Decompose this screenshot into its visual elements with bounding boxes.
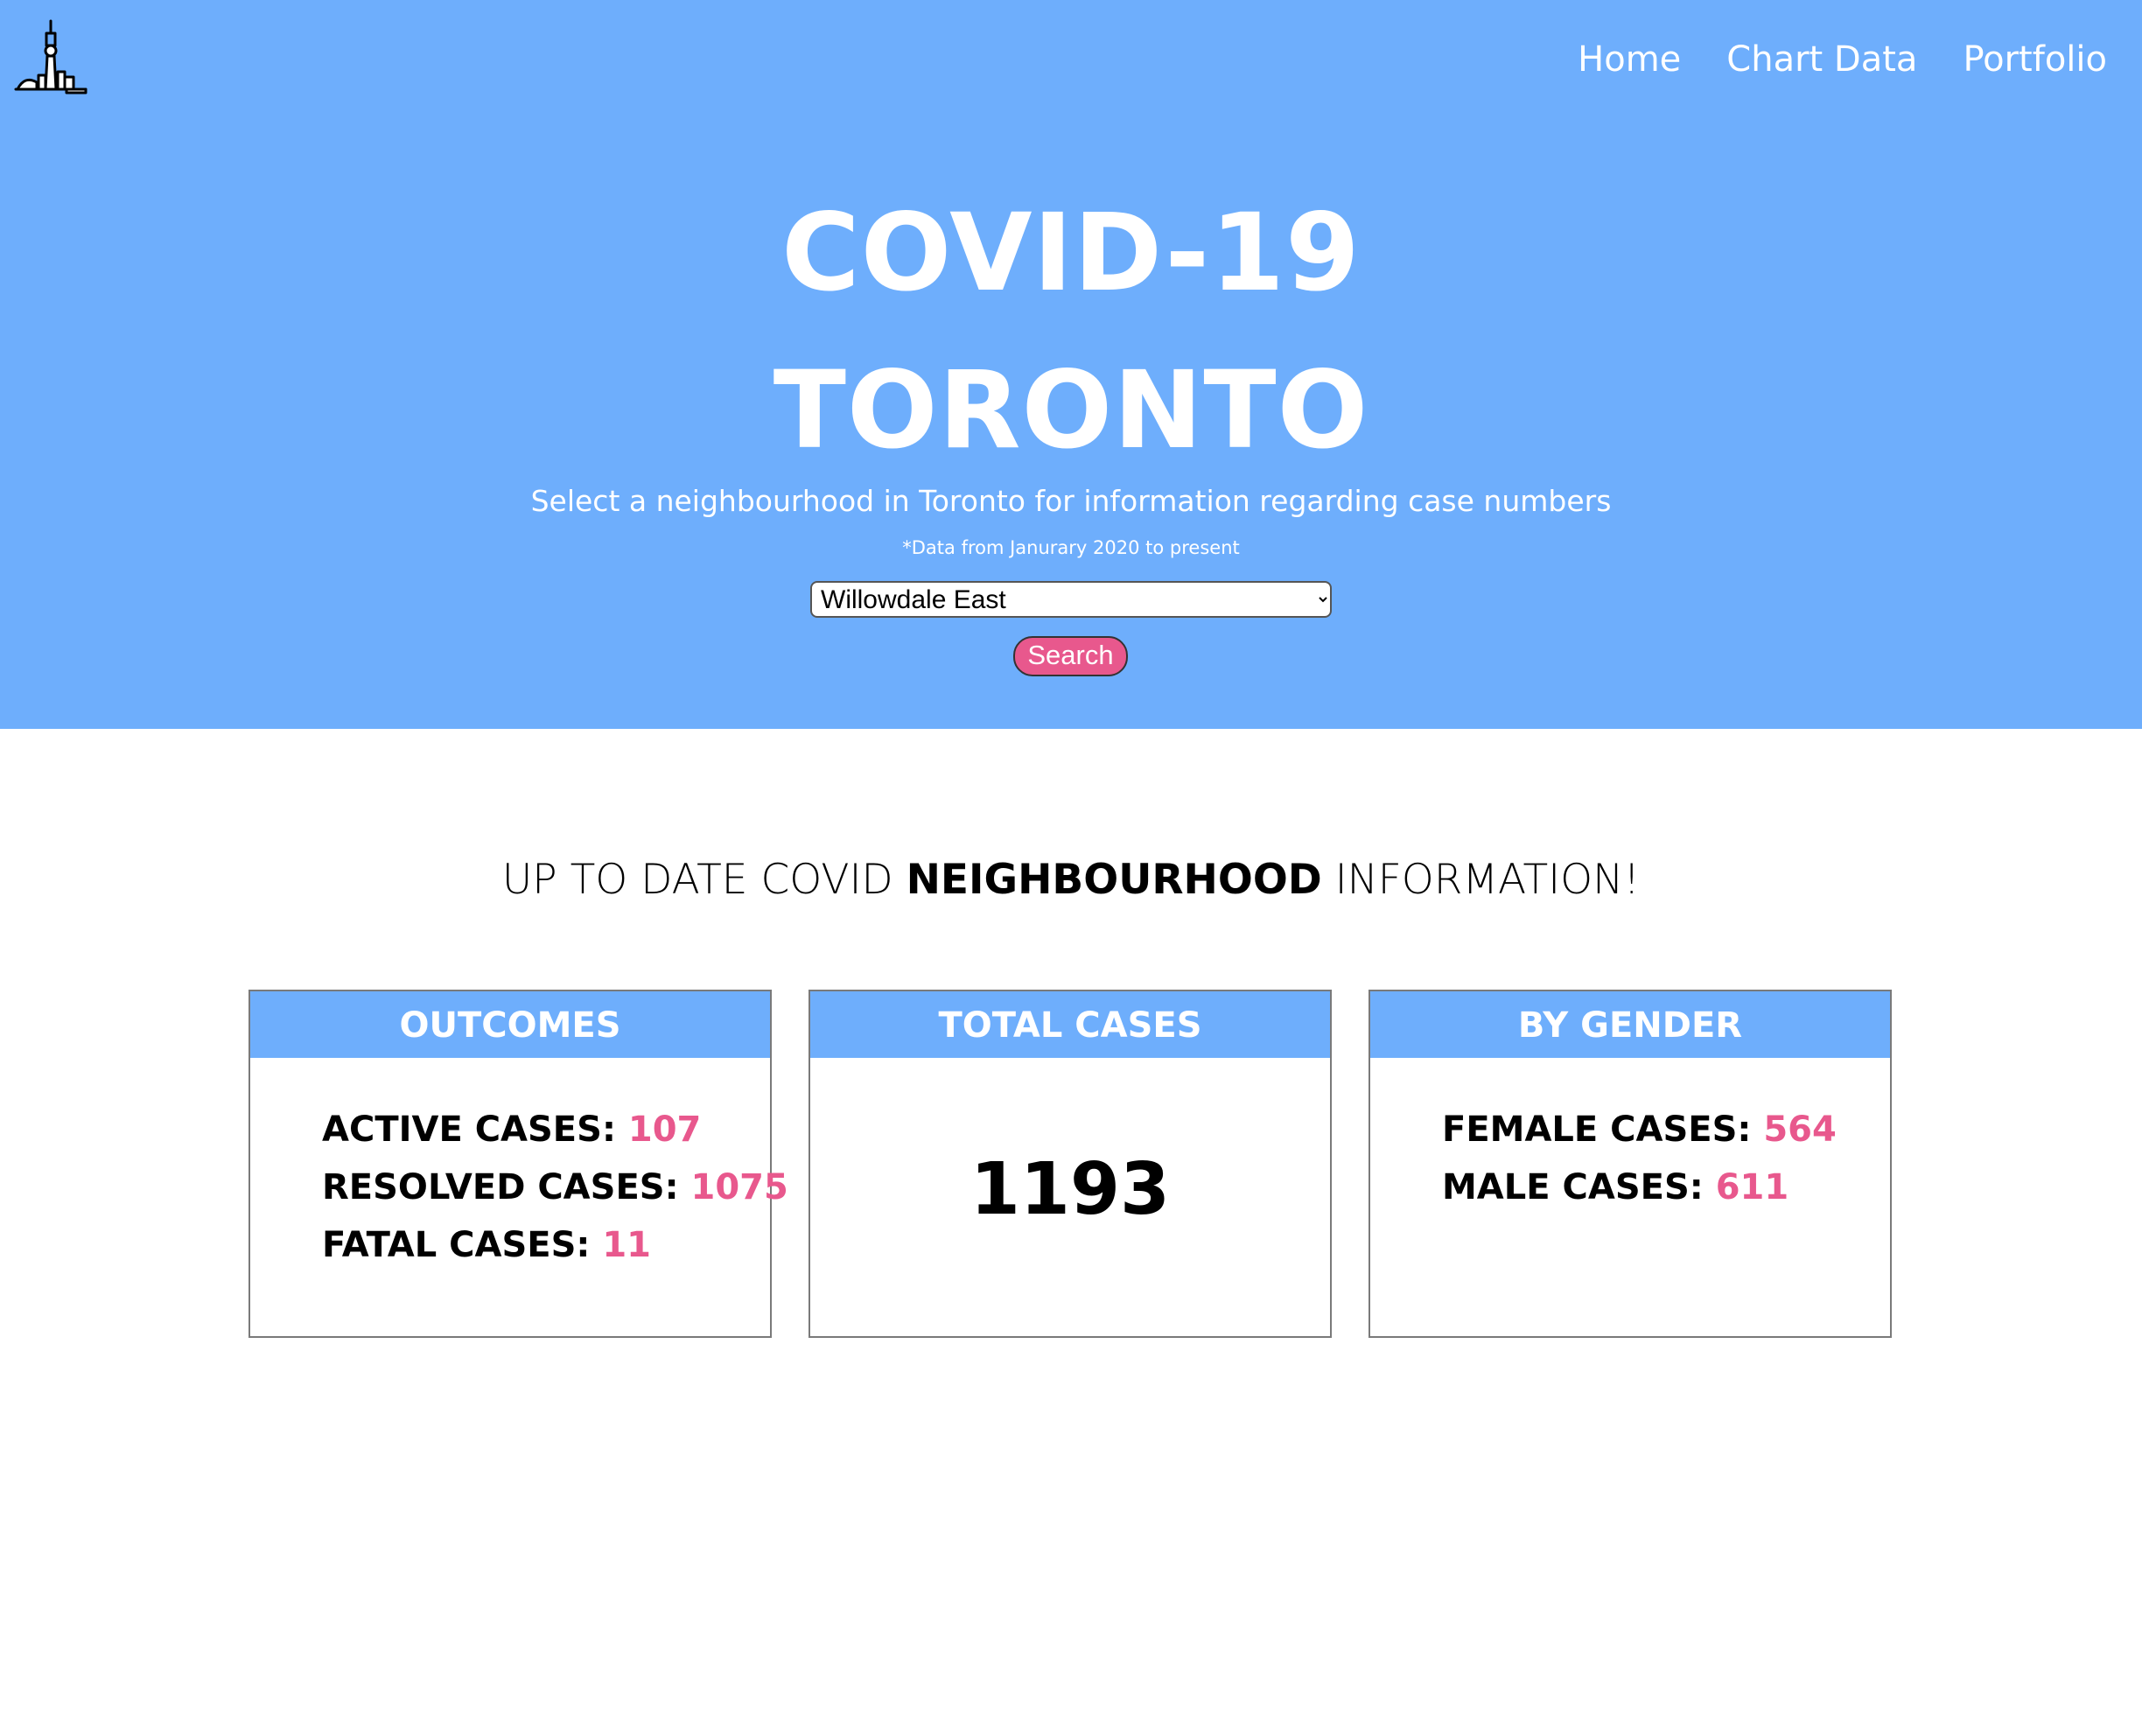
nav-chart-data-link[interactable]: Chart Data bbox=[1726, 42, 1917, 77]
gender-card: BY GENDER FEMALE CASES: 564 MALE CASES: … bbox=[1368, 990, 1892, 1338]
hero-banner: Home Chart Data Portfolio COVID-19 TORON… bbox=[0, 0, 2142, 729]
neighbourhood-select-wrapper: Willowdale East bbox=[810, 581, 1332, 618]
page-title-line2: TORONTO bbox=[773, 348, 1369, 472]
resolved-cases-label: RESOLVED CASES: bbox=[322, 1167, 691, 1208]
data-range-note: *Data from Janurary 2020 to present bbox=[902, 537, 1240, 558]
neighbourhood-select[interactable]: Willowdale East bbox=[810, 581, 1332, 618]
nav-portfolio-link[interactable]: Portfolio bbox=[1963, 42, 2107, 77]
active-cases-value: 107 bbox=[627, 1110, 702, 1150]
male-cases-label: MALE CASES: bbox=[1442, 1167, 1716, 1208]
total-cases-card: TOTAL CASES 1193 bbox=[808, 990, 1332, 1338]
active-cases-row: ACTIVE CASES: 107 bbox=[322, 1112, 701, 1147]
page-title-line1: COVID-19 bbox=[781, 191, 1361, 315]
fatal-cases-label: FATAL CASES: bbox=[322, 1225, 603, 1265]
section-title-part1: UP TO DATE COVID bbox=[501, 856, 906, 904]
resolved-cases-row: RESOLVED CASES: 1075 bbox=[322, 1170, 788, 1205]
hero-subtitle: Select a neighbourhood in Toronto for in… bbox=[530, 484, 1612, 518]
female-cases-value: 564 bbox=[1763, 1110, 1837, 1150]
outcomes-card: OUTCOMES ACTIVE CASES: 107 RESOLVED CASE… bbox=[248, 990, 788, 1338]
female-cases-row: FEMALE CASES: 564 bbox=[1442, 1112, 1837, 1147]
top-nav: Home Chart Data Portfolio bbox=[1578, 35, 2107, 84]
search-button[interactable]: Search bbox=[1013, 636, 1128, 676]
section-title-part3: INFORMATION! bbox=[1321, 856, 1641, 904]
active-cases-label: ACTIVE CASES: bbox=[322, 1110, 628, 1150]
outcomes-card-title: OUTCOMES bbox=[250, 991, 770, 1058]
cn-tower-skyline-icon[interactable] bbox=[14, 19, 88, 94]
total-cases-card-title: TOTAL CASES bbox=[810, 991, 1330, 1058]
resolved-cases-value: 1075 bbox=[690, 1167, 788, 1208]
nav-home-link[interactable]: Home bbox=[1578, 42, 1681, 77]
fatal-cases-row: FATAL CASES: 11 bbox=[322, 1228, 651, 1263]
female-cases-label: FEMALE CASES: bbox=[1442, 1110, 1764, 1150]
male-cases-row: MALE CASES: 611 bbox=[1442, 1170, 1788, 1205]
section-title-highlight: NEIGHBOURHOOD bbox=[906, 856, 1322, 904]
section-title: UP TO DATE COVID NEIGHBOURHOOD INFORMATI… bbox=[0, 859, 2142, 900]
total-cases-value: 1193 bbox=[970, 1148, 1171, 1231]
gender-card-title: BY GENDER bbox=[1370, 991, 1890, 1058]
male-cases-value: 611 bbox=[1715, 1167, 1789, 1208]
fatal-cases-value: 11 bbox=[602, 1225, 651, 1265]
